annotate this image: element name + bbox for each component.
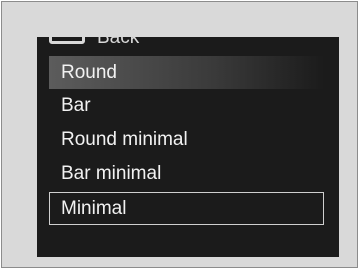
back-icon xyxy=(49,37,85,44)
menu-item-label: Minimal xyxy=(61,197,127,219)
menu-item-round-minimal[interactable]: Round minimal xyxy=(49,123,324,156)
menu-item-label: Bar minimal xyxy=(61,162,162,184)
menu-item-minimal[interactable]: Minimal xyxy=(49,192,324,225)
back-button[interactable]: Back xyxy=(49,37,139,49)
menu-item-label: Round xyxy=(61,61,117,83)
back-label: Back xyxy=(97,37,140,48)
menu-item-bar[interactable]: Bar xyxy=(49,89,324,122)
menu-item-label: Round minimal xyxy=(61,128,188,150)
menu-item-label: Bar xyxy=(61,94,91,116)
display-frame: Back Round Bar Round minimal Bar minimal… xyxy=(1,1,358,268)
menu-screen: Back Round Bar Round minimal Bar minimal… xyxy=(37,37,339,257)
menu-item-bar-minimal[interactable]: Bar minimal xyxy=(49,157,324,190)
menu-item-round[interactable]: Round xyxy=(49,56,324,89)
